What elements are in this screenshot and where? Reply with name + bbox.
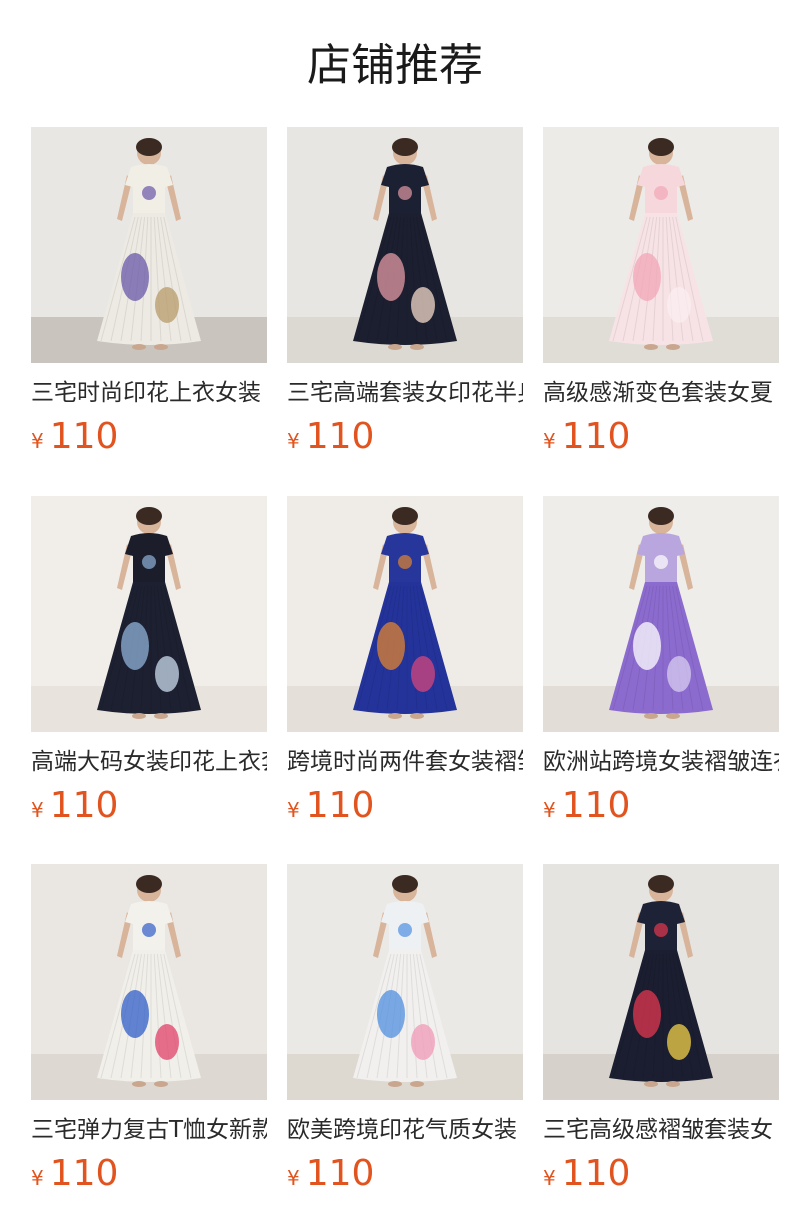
product-image[interactable]	[287, 127, 523, 363]
product-card[interactable]: 三宅高端套装女印花半身裙 ¥110	[287, 127, 523, 459]
model-photo-illustration	[287, 496, 523, 732]
product-image[interactable]	[31, 864, 267, 1100]
model-photo-illustration	[543, 496, 779, 732]
product-price: ¥110	[31, 415, 267, 459]
product-name[interactable]: 跨境时尚两件套女装褶皱	[287, 746, 523, 778]
product-card[interactable]: 跨境时尚两件套女装褶皱 ¥110	[287, 496, 523, 828]
price-amount: 110	[561, 1153, 631, 1194]
product-name[interactable]: 高端大码女装印花上衣套装	[31, 746, 267, 778]
product-image[interactable]	[543, 496, 779, 732]
product-card[interactable]: 三宅高级感褶皱套装女 ¥110	[543, 864, 779, 1196]
product-price: ¥110	[543, 784, 779, 828]
product-price: ¥110	[287, 784, 523, 828]
price-amount: 110	[49, 785, 119, 826]
product-name[interactable]: 高级感渐变色套装女夏	[543, 377, 779, 409]
product-card[interactable]: 欧洲站跨境女装褶皱连衣裙 ¥110	[543, 496, 779, 828]
currency-symbol: ¥	[543, 429, 556, 453]
price-amount: 110	[305, 1153, 375, 1194]
price-amount: 110	[561, 785, 631, 826]
product-card[interactable]: 三宅弹力复古T恤女新款 ¥110	[31, 864, 267, 1196]
model-photo-illustration	[31, 127, 267, 363]
product-card[interactable]: 三宅时尚印花上衣女装 ¥110	[31, 127, 267, 459]
currency-symbol: ¥	[543, 798, 556, 822]
product-price: ¥110	[543, 1152, 779, 1196]
model-photo-illustration	[543, 127, 779, 363]
product-image[interactable]	[543, 864, 779, 1100]
price-amount: 110	[305, 416, 375, 457]
currency-symbol: ¥	[31, 798, 44, 822]
model-photo-illustration	[543, 864, 779, 1100]
currency-symbol: ¥	[287, 798, 300, 822]
product-name[interactable]: 三宅高级感褶皱套装女	[543, 1114, 779, 1146]
currency-symbol: ¥	[31, 1166, 44, 1190]
product-name[interactable]: 三宅高端套装女印花半身裙	[287, 377, 523, 409]
product-price: ¥110	[31, 1152, 267, 1196]
model-photo-illustration	[31, 864, 267, 1100]
product-image[interactable]	[287, 864, 523, 1100]
price-amount: 110	[49, 416, 119, 457]
product-price: ¥110	[543, 415, 779, 459]
product-image[interactable]	[287, 496, 523, 732]
price-amount: 110	[561, 416, 631, 457]
product-name[interactable]: 三宅时尚印花上衣女装	[31, 377, 267, 409]
model-photo-illustration	[287, 127, 523, 363]
product-name[interactable]: 三宅弹力复古T恤女新款	[31, 1114, 267, 1146]
currency-symbol: ¥	[287, 429, 300, 453]
product-name[interactable]: 欧美跨境印花气质女装	[287, 1114, 523, 1146]
product-image[interactable]	[31, 127, 267, 363]
currency-symbol: ¥	[31, 429, 44, 453]
price-amount: 110	[305, 785, 375, 826]
product-price: ¥110	[31, 784, 267, 828]
section-title: 店铺推荐	[307, 40, 483, 91]
product-card[interactable]: 欧美跨境印花气质女装 ¥110	[287, 864, 523, 1196]
price-amount: 110	[49, 1153, 119, 1194]
product-card[interactable]: 高端大码女装印花上衣套装 ¥110	[31, 496, 267, 828]
product-image[interactable]	[31, 496, 267, 732]
currency-symbol: ¥	[543, 1166, 556, 1190]
product-name[interactable]: 欧洲站跨境女装褶皱连衣裙	[543, 746, 779, 778]
model-photo-illustration	[31, 496, 267, 732]
product-card[interactable]: 高级感渐变色套装女夏 ¥110	[543, 127, 779, 459]
currency-symbol: ¥	[287, 1166, 300, 1190]
model-photo-illustration	[287, 864, 523, 1100]
product-price: ¥110	[287, 1152, 523, 1196]
product-price: ¥110	[287, 415, 523, 459]
product-image[interactable]	[543, 127, 779, 363]
